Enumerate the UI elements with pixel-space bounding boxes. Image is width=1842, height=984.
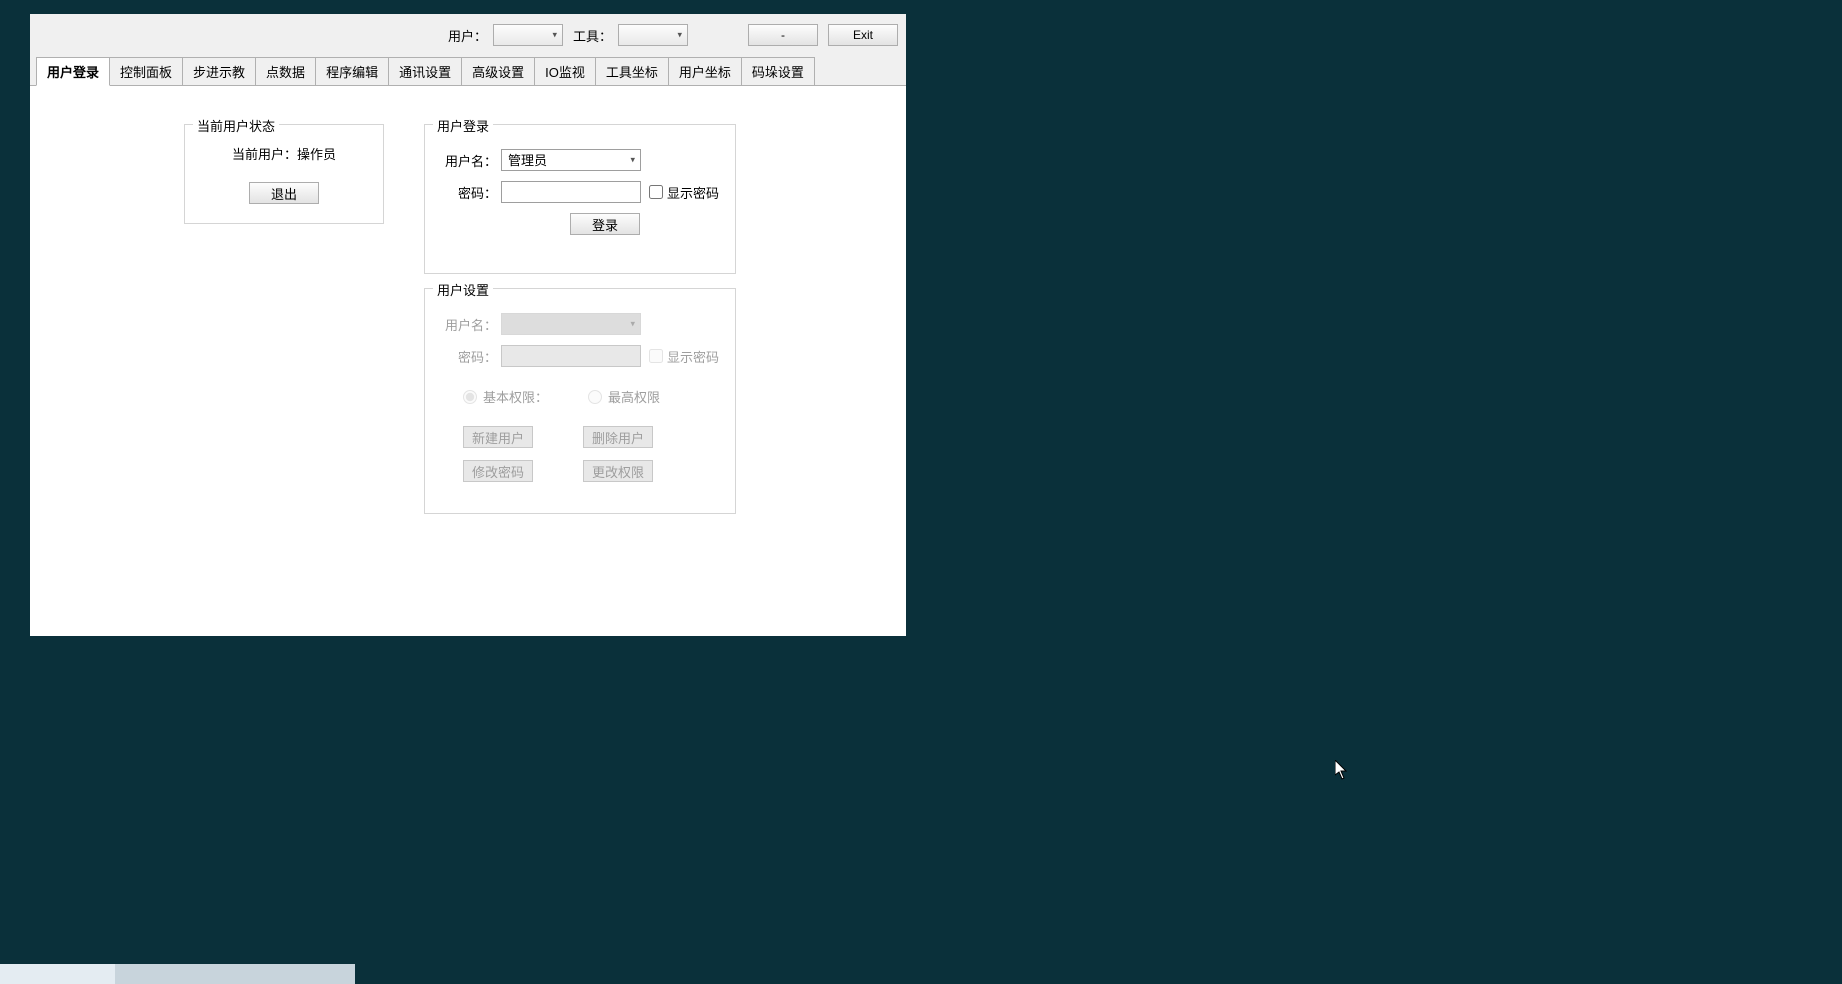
taskbar-item[interactable] xyxy=(0,964,115,984)
tab-user-login[interactable]: 用户登录 xyxy=(36,57,110,86)
user-select[interactable] xyxy=(493,24,563,46)
settings-title: 用户设置 xyxy=(433,280,493,299)
title-bar: 用户： ▾ 工具： ▾ - Exit xyxy=(30,14,906,56)
new-user-button: 新建用户 xyxy=(463,426,533,448)
login-title: 用户登录 xyxy=(433,116,493,135)
tab-point-data[interactable]: 点数据 xyxy=(255,57,316,86)
tab-control-panel[interactable]: 控制面板 xyxy=(109,57,183,86)
tab-pallet-settings[interactable]: 码垛设置 xyxy=(741,57,815,86)
login-password-input[interactable] xyxy=(501,181,641,203)
login-button[interactable]: 登录 xyxy=(570,213,640,235)
tab-bar: 用户登录 控制面板 步进示教 点数据 程序编辑 通讯设置 高级设置 IO监视 工… xyxy=(30,56,906,85)
login-show-password-checkbox[interactable] xyxy=(649,185,663,199)
tab-content: 当前用户状态 当前用户：操作员 退出 用户登录 用户名： 管理员 ▾ 密码： xyxy=(30,85,906,636)
logout-button[interactable]: 退出 xyxy=(249,182,319,204)
tab-advanced[interactable]: 高级设置 xyxy=(461,57,535,86)
radio-max-permission xyxy=(588,390,602,404)
login-username-label: 用户名： xyxy=(439,151,501,170)
tab-comm-settings[interactable]: 通讯设置 xyxy=(388,57,462,86)
modify-password-button: 修改密码 xyxy=(463,460,533,482)
tab-step-teach[interactable]: 步进示教 xyxy=(182,57,256,86)
settings-password-input xyxy=(501,345,641,367)
user-selector-group: 用户： ▾ xyxy=(448,24,563,46)
user-label: 用户： xyxy=(448,26,487,45)
login-password-label: 密码： xyxy=(439,183,501,202)
main-window: 用户： ▾ 工具： ▾ - Exit 用户登录 控制面板 步进示教 点数据 程序… xyxy=(30,14,906,636)
current-user-title: 当前用户状态 xyxy=(193,116,279,135)
tab-io-monitor[interactable]: IO监视 xyxy=(534,57,596,86)
tab-user-coord[interactable]: 用户坐标 xyxy=(668,57,742,86)
minimize-button[interactable]: - xyxy=(748,24,818,46)
settings-show-password-checkbox xyxy=(649,349,663,363)
settings-username-select xyxy=(501,313,641,335)
login-group: 用户登录 用户名： 管理员 ▾ 密码： 显示密码 登录 xyxy=(424,124,736,274)
change-permission-button: 更改权限 xyxy=(583,460,653,482)
user-settings-group: 用户设置 用户名： ▾ 密码： 显示密码 基本权限： xyxy=(424,288,736,514)
tab-tool-coord[interactable]: 工具坐标 xyxy=(595,57,669,86)
delete-user-button: 删除用户 xyxy=(583,426,653,448)
tab-program-edit[interactable]: 程序编辑 xyxy=(315,57,389,86)
tool-select[interactable] xyxy=(618,24,688,46)
radio-max-label: 最高权限 xyxy=(608,387,660,406)
settings-password-label: 密码： xyxy=(439,347,501,366)
radio-basic-label: 基本权限： xyxy=(483,387,548,406)
tool-label: 工具： xyxy=(573,26,612,45)
login-show-password-label: 显示密码 xyxy=(667,183,719,202)
current-user-text: 当前用户：操作员 xyxy=(232,144,336,163)
settings-username-label: 用户名： xyxy=(439,315,501,334)
radio-basic-permission xyxy=(463,390,477,404)
current-user-group: 当前用户状态 当前用户：操作员 退出 xyxy=(184,124,384,224)
exit-button[interactable]: Exit xyxy=(828,24,898,46)
login-username-select[interactable]: 管理员 xyxy=(501,149,641,171)
tool-selector-group: 工具： ▾ xyxy=(573,24,688,46)
settings-show-password-label: 显示密码 xyxy=(667,347,719,366)
cursor-icon xyxy=(1335,760,1349,780)
